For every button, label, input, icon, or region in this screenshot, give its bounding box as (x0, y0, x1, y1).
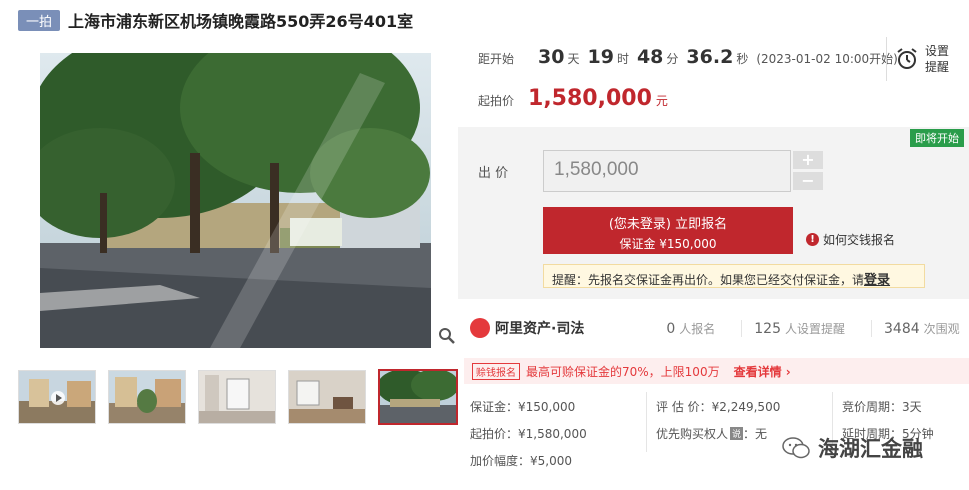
zoom-icon[interactable] (438, 327, 456, 345)
countdown-days-unit: 天 (567, 52, 580, 66)
valuation-info: 评 估 价：¥2,249,500 (656, 400, 781, 414)
credit-signup-tag: 赊钱报名 (472, 362, 520, 380)
signup-button-label: (您未登录) 立即报名 (608, 217, 728, 232)
priority-buyer-info: 优先购买权人 说 ：无 (656, 425, 767, 442)
starting-price-unit: 元 (655, 94, 668, 108)
bid-period-info: 竞价周期：3天 (842, 400, 922, 414)
priority-explain-badge[interactable]: 说 (730, 427, 744, 440)
bid-increase-button[interactable]: + (793, 151, 823, 169)
view-details-link[interactable]: 查看详情 › (734, 363, 791, 380)
watermark-text: 海湖汇金融 (818, 437, 923, 461)
coming-soon-badge: 即将开始 (910, 129, 964, 147)
set-reminder-label: 设置提醒 (925, 44, 950, 74)
thumbnail-2[interactable] (108, 370, 186, 424)
countdown: 距开始 30 天 19 时 48 分 36.2 秒 (2023-01-02 10… (478, 46, 898, 68)
reminder-count: 125 人设置提醒 (741, 319, 846, 337)
signup-count: 0 人报名 (654, 320, 715, 337)
starting-price-value: 1,580,000 (528, 86, 652, 111)
countdown-seconds-unit: 秒 (736, 52, 749, 66)
login-link[interactable]: 登录 (864, 273, 890, 288)
auction-round-tag: 一拍 (18, 9, 61, 31)
starting-price: 起拍价 1,580,000 元 (478, 86, 668, 111)
stats-row: 阿里资产·司法 0 人报名 125 人设置提醒 3484 次围观 (470, 318, 969, 338)
bid-label: 出 价 (478, 166, 509, 181)
signup-button[interactable]: (您未登录) 立即报名 保证金 ¥150,000 (543, 207, 793, 254)
signup-count-label: 人报名 (679, 321, 716, 336)
increment-info: 加价幅度：¥5,000 (470, 454, 572, 468)
countdown-label: 距开始 (478, 52, 515, 66)
countdown-minutes: 48 (636, 46, 664, 68)
thumbnail-5-selected[interactable] (378, 369, 458, 425)
info-icon: ! (806, 233, 819, 246)
main-photo[interactable] (40, 53, 431, 348)
how-to-pay-label: 如何交钱报名 (823, 233, 896, 247)
set-reminder-button[interactable]: 设置提醒 (886, 37, 949, 81)
bid-panel: 即将开始 出 价 1,580,000 + − (您未登录) 立即报名 保证金 ¥… (458, 127, 969, 299)
bid-amount-input[interactable]: 1,580,000 (543, 150, 791, 192)
reminder-count-label: 人设置提醒 (785, 321, 846, 336)
ali-logo-text: 阿里资产·司法 (495, 321, 585, 337)
page-title: 上海市浦东新区机场镇晚霞路550弄26号401室 (68, 12, 414, 31)
ali-assets-logo: 阿里资产·司法 (470, 318, 584, 338)
countdown-hours-unit: 时 (616, 52, 629, 66)
priority-buyer-label: 优先购买权人 (656, 427, 729, 441)
reminder-count-value: 125 (754, 320, 781, 337)
start-time: (2023-01-02 10:00开始) (756, 52, 898, 66)
ali-logo-icon (470, 318, 490, 338)
alarm-clock-icon (897, 48, 917, 69)
start-price-info: 起拍价：¥1,580,000 (470, 427, 587, 441)
thumbnail-video[interactable] (18, 370, 96, 424)
countdown-days: 30 (538, 46, 565, 68)
signup-count-value: 0 (666, 320, 676, 337)
view-count-label: 次围观 (923, 321, 960, 336)
deposit-info: 保证金：¥150,000 (470, 400, 576, 414)
thumbnail-3[interactable] (198, 370, 276, 424)
view-count: 3484 次围观 (871, 319, 960, 337)
starting-price-label: 起拍价 (478, 94, 515, 108)
signup-deposit-label: 保证金 ¥150,000 (619, 237, 717, 251)
thumbnail-strip (18, 369, 470, 425)
credit-signup-promo: 赊钱报名 最高可赊保证金的70%，上限100万 查看详情 › (464, 358, 969, 384)
info-divider (646, 392, 647, 452)
how-to-pay-link[interactable]: ! 如何交钱报名 (806, 231, 895, 248)
bid-decrease-button[interactable]: − (793, 172, 823, 190)
thumbnail-4[interactable] (288, 370, 366, 424)
countdown-seconds: 36.2 (686, 46, 734, 68)
wechat-watermark: 海湖汇金融 (782, 433, 923, 463)
view-count-value: 3484 (884, 320, 920, 337)
wechat-icon (782, 437, 810, 459)
notice-text: 提醒：先报名交保证金再出价。如果您已经交付保证金，请 (552, 273, 865, 287)
title-bar: 一拍 上海市浦东新区机场镇晚霞路550弄26号401室 (18, 8, 413, 32)
countdown-minutes-unit: 分 (666, 52, 679, 66)
countdown-hours: 19 (587, 46, 614, 68)
credit-signup-text: 最高可赊保证金的70%，上限100万 (526, 364, 720, 379)
priority-buyer-value: ：无 (743, 427, 768, 441)
login-notice: 提醒：先报名交保证金再出价。如果您已经交付保证金，请登录 (543, 264, 925, 288)
